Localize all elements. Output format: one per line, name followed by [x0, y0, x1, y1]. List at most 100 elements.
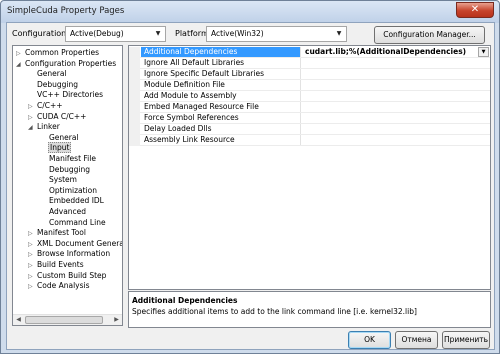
collapsed-icon[interactable]: ▷: [28, 282, 36, 292]
tree-item-system[interactable]: System: [40, 175, 78, 185]
tree-item-label: Optimization: [49, 185, 97, 195]
chevron-down-icon[interactable]: ▼: [478, 47, 489, 57]
property-value[interactable]: [302, 80, 490, 90]
tree-item-code-analysis[interactable]: ▷ Code Analysis: [28, 281, 91, 291]
property-value[interactable]: [302, 58, 490, 68]
category-tree[interactable]: ▷ Common Properties ◢ Configuration Propert…: [12, 45, 123, 326]
property-name[interactable]: Delay Loaded Dlls: [141, 124, 301, 134]
property-name[interactable]: Assembly Link Resource: [141, 135, 301, 145]
dialog-client-area: Configuration: Active(Debug) ▼ Platform:…: [6, 22, 495, 350]
tree-item-xml-document-generator[interactable]: ▷XML Document Generator: [28, 238, 122, 250]
property-name[interactable]: Force Symbol References: [141, 113, 301, 123]
row-gutter: [129, 102, 140, 113]
tree-item-manifest-file[interactable]: Manifest File: [40, 154, 97, 164]
collapsed-icon[interactable]: ▷: [16, 49, 24, 59]
scroll-right-icon[interactable]: ▶: [111, 315, 122, 325]
collapsed-icon[interactable]: ▷: [28, 229, 36, 239]
platform-select[interactable]: Active(Win32) ▼: [206, 26, 347, 42]
ok-button[interactable]: OK: [348, 331, 391, 349]
tree-item-c-c-[interactable]: ▷ C/C++: [28, 101, 64, 111]
tree-horizontal-scrollbar[interactable]: ◀ ▶: [13, 314, 122, 325]
tree-item-label: Linker: [37, 122, 60, 132]
tree-item-common-properties[interactable]: ▷ Common Properties: [16, 48, 100, 58]
tree-item-input[interactable]: Input: [40, 142, 72, 154]
tree-item-label: Custom Build Step: [37, 270, 107, 280]
apply-button[interactable]: Применить: [442, 331, 490, 349]
row-gutter: [129, 124, 140, 135]
property-row[interactable]: Ignore Specific Default Libraries: [129, 69, 490, 80]
property-value[interactable]: [302, 69, 490, 79]
close-button[interactable]: ✕: [456, 2, 494, 18]
property-row[interactable]: Force Symbol References: [129, 113, 490, 124]
tree-item-advanced[interactable]: Advanced: [40, 207, 87, 217]
tree-item-label: General: [49, 132, 79, 142]
tree-item-command-line[interactable]: Command Line: [40, 218, 107, 228]
property-name[interactable]: Ignore All Default Libraries: [141, 58, 301, 68]
property-row[interactable]: Assembly Link Resource: [129, 135, 490, 146]
property-name[interactable]: Ignore Specific Default Libraries: [141, 69, 301, 79]
property-name[interactable]: Additional Dependencies: [141, 47, 301, 57]
property-value[interactable]: [302, 135, 490, 145]
tree-item-label: Command Line: [49, 217, 106, 227]
tree-item-label: C/C++: [37, 101, 63, 110]
tree-item-label: Common Properties: [25, 48, 100, 57]
collapsed-icon[interactable]: ▷: [28, 113, 36, 123]
tree-item-custom-build-step[interactable]: ▷ Custom Build Step: [28, 271, 107, 281]
property-grid[interactable]: Additional Dependencies cudart.lib;%(Addi…: [128, 45, 491, 290]
property-name[interactable]: Module Definition File: [141, 80, 301, 90]
property-row[interactable]: Additional Dependencies cudart.lib;%(Addi…: [129, 47, 490, 58]
tree-item-browse-information[interactable]: ▷ Browse Information: [28, 249, 111, 259]
configuration-manager-button[interactable]: Configuration Manager...: [374, 26, 485, 44]
tree-item-label: Embedded IDL: [49, 196, 104, 206]
property-value[interactable]: [302, 91, 490, 101]
collapsed-icon[interactable]: ▷: [28, 261, 36, 271]
tree-item-label: XML Document Generator: [37, 238, 122, 248]
configuration-label: Configuration:: [12, 29, 69, 38]
cancel-button[interactable]: Отмена: [395, 331, 438, 349]
tree-item-embedded-idl[interactable]: Embedded IDL: [40, 196, 105, 206]
scroll-thumb[interactable]: [25, 316, 103, 324]
property-row[interactable]: Ignore All Default Libraries: [129, 58, 490, 69]
tree-item-label: Debugging: [37, 79, 79, 89]
collapsed-icon[interactable]: ▷: [28, 272, 36, 282]
tree-item-linker[interactable]: ◢ Linker: [28, 122, 61, 132]
property-name[interactable]: Embed Managed Resource File: [141, 102, 301, 112]
tree-item-label: Manifest Tool: [37, 228, 86, 238]
platform-select-value: Active(Win32): [211, 29, 264, 38]
tree-item-label: Input: [48, 142, 72, 154]
tree-item-general[interactable]: General: [28, 69, 68, 79]
row-gutter: [129, 58, 140, 69]
tree-item-debugging[interactable]: Debugging: [40, 165, 91, 175]
tree-item-label: General: [37, 69, 67, 79]
title-bar[interactable]: SimpleCuda Property Pages ✕: [1, 1, 499, 23]
expanded-icon[interactable]: ◢: [16, 60, 24, 70]
property-name[interactable]: Add Module to Assembly: [141, 91, 301, 101]
configuration-select-value: Active(Debug): [70, 29, 124, 38]
tree-item-debugging[interactable]: Debugging: [28, 80, 79, 90]
collapsed-icon[interactable]: ▷: [28, 240, 36, 250]
tree-item-configuration-properties[interactable]: ◢ Configuration Properties: [16, 59, 117, 69]
tree-item-optimization[interactable]: Optimization: [40, 186, 98, 196]
configuration-select[interactable]: Active(Debug) ▼: [65, 26, 166, 42]
tree-item-build-events[interactable]: ▷ Build Events: [28, 260, 85, 270]
property-row[interactable]: Delay Loaded Dlls: [129, 124, 490, 135]
tree-item-cuda-c-c-[interactable]: ▷ CUDA C/C++: [28, 112, 87, 122]
property-row[interactable]: Embed Managed Resource File: [129, 102, 490, 113]
property-row[interactable]: Module Definition File: [129, 80, 490, 91]
property-value[interactable]: [302, 113, 490, 123]
property-value[interactable]: [302, 124, 490, 134]
description-title: Additional Dependencies: [132, 296, 238, 305]
property-value[interactable]: [302, 102, 490, 112]
tree-item-general[interactable]: General: [40, 133, 80, 143]
row-gutter: [129, 135, 140, 146]
description-text: Specifies additional items to add to the…: [132, 307, 417, 316]
expanded-icon[interactable]: ◢: [28, 123, 36, 133]
scroll-left-icon[interactable]: ◀: [13, 315, 24, 325]
collapsed-icon[interactable]: ▷: [28, 250, 36, 260]
property-row[interactable]: Add Module to Assembly: [129, 91, 490, 102]
tree-item-vc-directories[interactable]: VC++ Directories: [28, 90, 104, 100]
tree-item-manifest-tool[interactable]: ▷ Manifest Tool: [28, 228, 87, 238]
property-pages-window: SimpleCuda Property Pages ✕ Configuratio…: [0, 0, 500, 354]
property-value[interactable]: cudart.lib;%(AdditionalDependencies): [302, 47, 490, 57]
collapsed-icon[interactable]: ▷: [28, 102, 36, 112]
